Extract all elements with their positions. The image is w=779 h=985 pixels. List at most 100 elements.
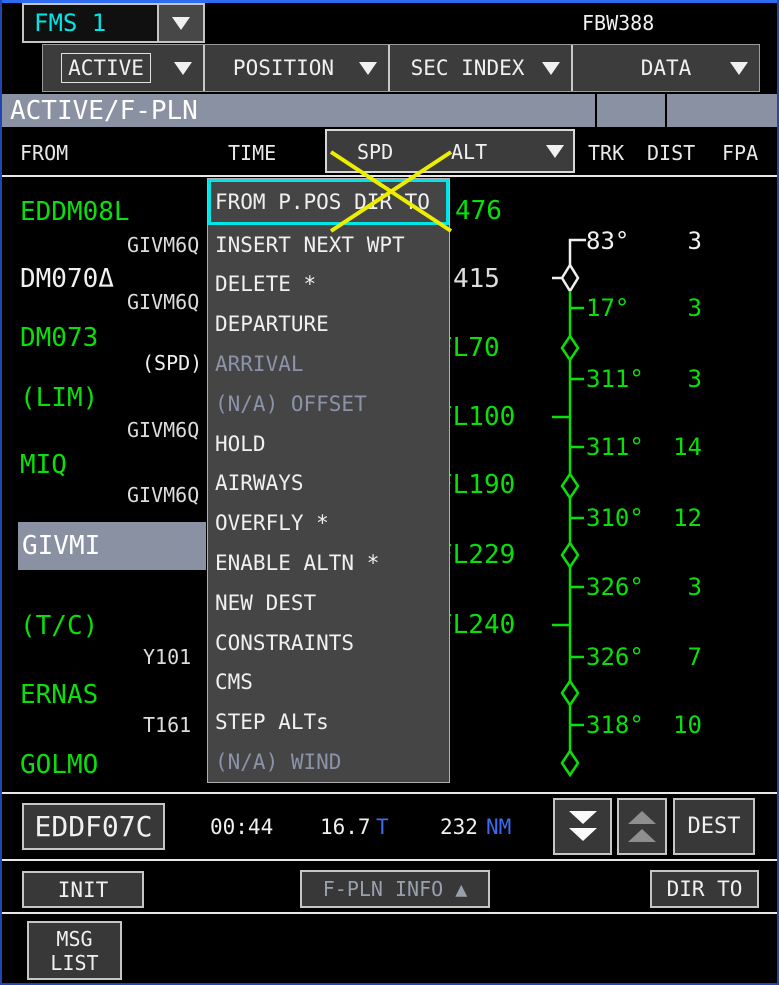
waypoint-diamond-green bbox=[562, 543, 578, 567]
scroll-down-button[interactable] bbox=[553, 798, 612, 855]
leg-distance: 3 bbox=[640, 365, 702, 393]
separator-line bbox=[0, 912, 779, 914]
fms-mfd-screen: FMS 1 FBW388 ACTIVE POSITION SEC INDEX D… bbox=[0, 0, 779, 985]
waypoint-label[interactable]: (LIM) bbox=[20, 383, 98, 413]
dest-efob-value: 16.7 bbox=[320, 815, 371, 839]
airway-label: GIVM6Q bbox=[127, 418, 199, 442]
menu-item-arrival: ARRIVAL bbox=[208, 344, 449, 384]
destination-airport-button[interactable]: EDDF07C bbox=[22, 803, 165, 850]
pseudo-waypoint-label[interactable]: (T/C) bbox=[20, 611, 98, 641]
title-bar-divider bbox=[665, 94, 667, 127]
leg-track: 318° bbox=[586, 711, 644, 739]
menu-item-departure[interactable]: DEPARTURE bbox=[208, 304, 449, 344]
waypoint-diamond-green bbox=[562, 336, 578, 360]
scroll-up-button[interactable] bbox=[617, 798, 667, 855]
waypoint-label: GIVMI bbox=[18, 531, 100, 561]
page-title-bar: ACTIVE/F-PLN bbox=[0, 94, 779, 127]
leg-distance: 3 bbox=[640, 227, 702, 255]
waypoint-label[interactable]: DM073 bbox=[20, 323, 98, 353]
leg-distance: 10 bbox=[640, 711, 702, 739]
airway-label: GIVM6Q bbox=[127, 233, 199, 257]
waypoint-label[interactable]: ERNAS bbox=[20, 680, 98, 710]
waypoint-label[interactable]: EDDM08L bbox=[20, 197, 130, 227]
menu-item-insert-next-wpt[interactable]: INSERT NEXT WPT bbox=[208, 225, 449, 265]
col-header-time: TIME bbox=[228, 141, 276, 165]
double-chevron-up-icon bbox=[622, 805, 662, 849]
menu-item-new-dest[interactable]: NEW DEST bbox=[208, 583, 449, 623]
alt-value: 476 bbox=[455, 196, 502, 226]
flight-number: FBW388 bbox=[582, 11, 654, 35]
col-header-from: FROM bbox=[20, 141, 68, 165]
chevron-down-icon bbox=[359, 62, 377, 75]
tab-sec-index[interactable]: SEC INDEX bbox=[390, 45, 571, 91]
tab-active[interactable]: ACTIVE bbox=[43, 45, 203, 91]
col-header-alt: ALT bbox=[451, 140, 487, 164]
dir-to-button[interactable]: DIR TO bbox=[650, 870, 759, 908]
menu-item-enable-altn[interactable]: ENABLE ALTN * bbox=[208, 543, 449, 583]
menu-item-from-ppos-dir-to[interactable]: FROM P.POS DIR TO bbox=[208, 179, 449, 225]
msg-list-button[interactable]: MSG LIST bbox=[27, 921, 122, 980]
menu-item-overfly[interactable]: OVERFLY * bbox=[208, 503, 449, 543]
spd-alt-column-dropdown[interactable]: SPD ALT bbox=[325, 129, 575, 173]
waypoint-diamond-green bbox=[562, 751, 578, 775]
leg-distance: 14 bbox=[640, 433, 702, 461]
waypoint-label[interactable]: GOLMO bbox=[20, 750, 98, 780]
page-tab-bar: ACTIVE POSITION SEC INDEX DATA bbox=[42, 44, 760, 92]
leg-track: 326° bbox=[586, 643, 644, 671]
separator-line bbox=[0, 859, 779, 861]
dest-distance-value: 232 bbox=[440, 815, 478, 839]
page-title: ACTIVE/F-PLN bbox=[0, 96, 198, 126]
separator-line bbox=[0, 792, 779, 794]
waypoint-diamond-green bbox=[562, 681, 578, 705]
menu-item-step-alts[interactable]: STEP ALTs bbox=[208, 702, 449, 742]
leg-distance: 7 bbox=[640, 643, 702, 671]
chevron-down-icon bbox=[174, 62, 192, 75]
tab-position[interactable]: POSITION bbox=[205, 45, 388, 91]
airway-label: GIVM6Q bbox=[127, 290, 199, 314]
chevron-down-icon bbox=[542, 62, 560, 75]
title-bar-divider bbox=[595, 94, 597, 127]
col-header-spd: SPD bbox=[357, 140, 393, 164]
dest-button[interactable]: DEST bbox=[673, 798, 755, 855]
waypoint-diamond-white bbox=[562, 265, 578, 291]
fpln-info-button: F-PLN INFO ▲ bbox=[300, 870, 490, 908]
menu-item-delete[interactable]: DELETE * bbox=[208, 265, 449, 305]
leg-track: 83° bbox=[586, 227, 629, 255]
leg-track: 17° bbox=[586, 294, 629, 322]
col-header-dist: DIST bbox=[647, 141, 695, 165]
tab-sec-index-label: SEC INDEX bbox=[411, 56, 525, 80]
menu-item-airways[interactable]: AIRWAYS bbox=[208, 464, 449, 504]
fms-source-label: FMS 1 bbox=[24, 9, 157, 37]
menu-item-offset: (N/A) OFFSET bbox=[208, 384, 449, 424]
tab-data[interactable]: DATA bbox=[573, 45, 759, 91]
col-header-fpa: FPA bbox=[722, 141, 758, 165]
init-button[interactable]: INIT bbox=[22, 871, 144, 908]
screen-border-top bbox=[0, 0, 779, 3]
dest-distance-unit: NM bbox=[486, 815, 511, 839]
fms-source-dropdown[interactable]: FMS 1 bbox=[22, 3, 205, 43]
leg-track: 310° bbox=[586, 504, 644, 532]
airway-label: GIVM6Q bbox=[127, 483, 199, 507]
alt-value: 415 bbox=[453, 264, 500, 294]
leg-distance: 3 bbox=[640, 294, 702, 322]
screen-border-left bbox=[0, 0, 2, 985]
waypoint-label[interactable]: MIQ bbox=[20, 450, 67, 480]
chevron-down-icon bbox=[157, 5, 203, 41]
leg-distance: 12 bbox=[640, 504, 702, 532]
waypoint-label[interactable]: DM070Δ bbox=[20, 264, 114, 294]
dest-efob-unit: T bbox=[376, 815, 389, 839]
waypoint-diamond-green bbox=[562, 474, 578, 498]
header-separator-line bbox=[0, 175, 779, 177]
dest-eta: 00:44 bbox=[210, 815, 273, 839]
menu-item-wind: (N/A) WIND bbox=[208, 742, 449, 782]
menu-item-constraints[interactable]: CONSTRAINTS bbox=[208, 623, 449, 663]
selected-waypoint-row[interactable]: GIVMI bbox=[18, 522, 206, 570]
leg-track: 311° bbox=[586, 365, 644, 393]
menu-item-hold[interactable]: HOLD bbox=[208, 424, 449, 464]
col-header-trk: TRK bbox=[588, 141, 624, 165]
menu-item-cms[interactable]: CMS bbox=[208, 663, 449, 703]
chevron-down-icon bbox=[730, 62, 748, 75]
pseudo-waypoint-label: (SPD) bbox=[142, 351, 202, 375]
double-chevron-down-icon bbox=[563, 805, 603, 849]
tab-active-label: ACTIVE bbox=[61, 53, 151, 83]
